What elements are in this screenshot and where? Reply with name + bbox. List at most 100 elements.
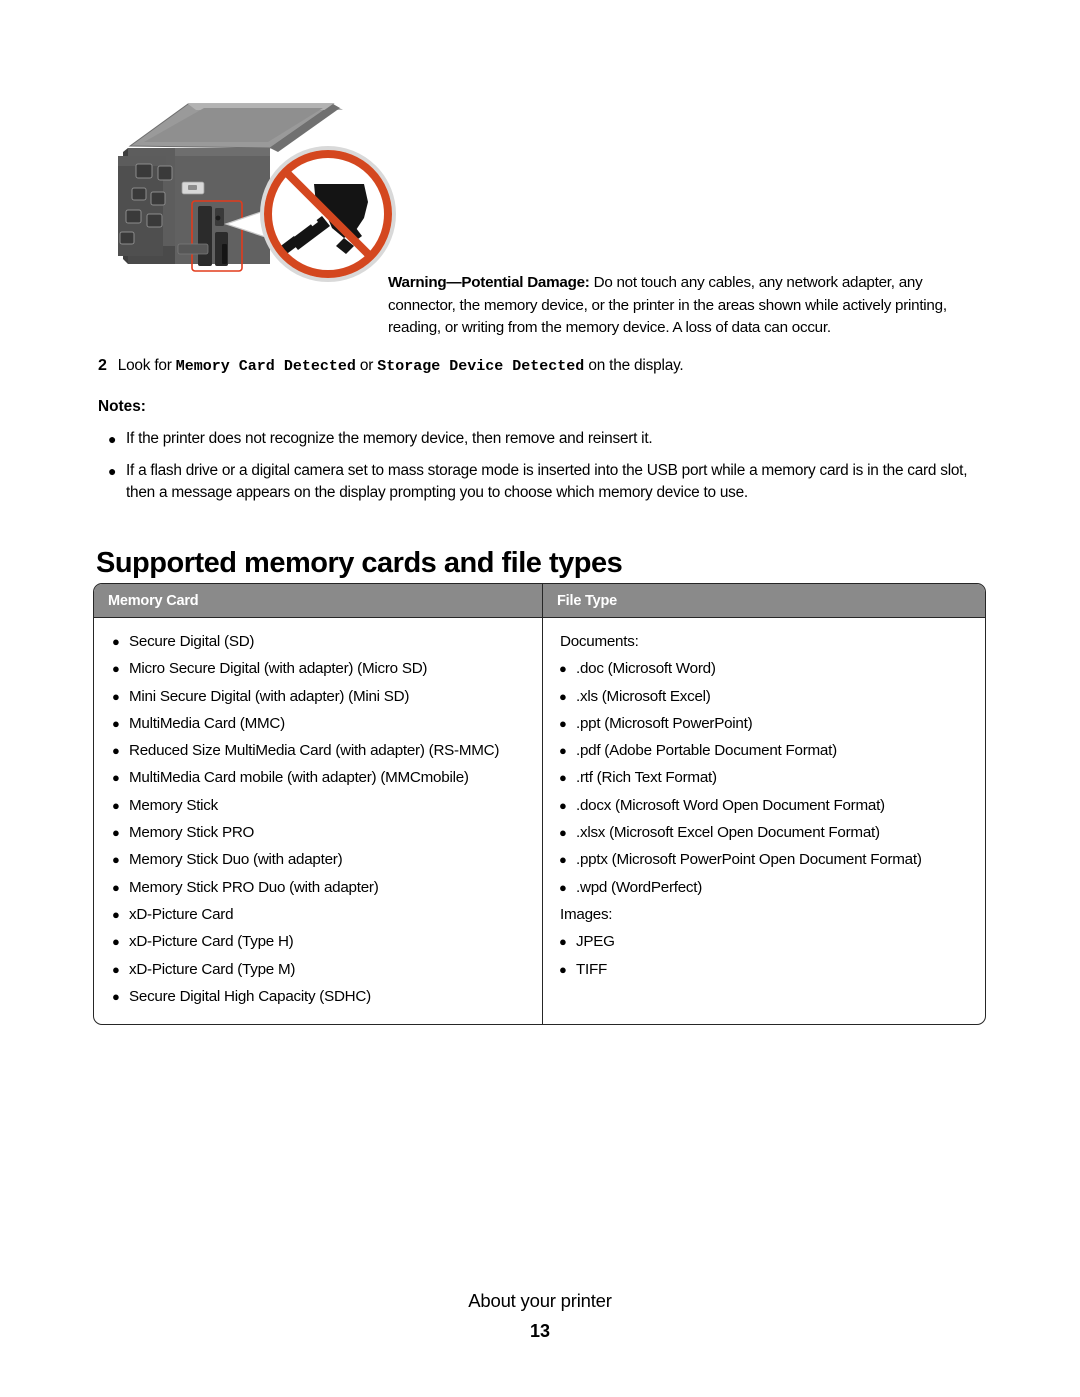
bullet-icon: ●	[112, 797, 120, 813]
bullet-icon: ●	[112, 688, 120, 704]
footer-page-number: 13	[529, 1321, 551, 1341]
list-item: ● .rtf (Rich Text Format)	[543, 764, 975, 791]
table-body-row: ● Secure Digital (SD) ● Micro Secure Digit…	[94, 618, 985, 1025]
list-item: ● TIFF	[543, 956, 975, 983]
list-item: ● Micro Secure Digital (with adapter) (Mi…	[94, 655, 532, 682]
bullet-icon: ●	[112, 906, 120, 922]
bullet-icon: ●	[112, 934, 120, 950]
list-item-label: Memory Stick PRO Duo (with adapter)	[129, 878, 379, 896]
warning-label: Warning—Potential Damage:	[388, 274, 590, 291]
list-item-label: .pptx (Microsoft PowerPoint Open Documen…	[576, 851, 922, 869]
file-type-cell: Documents: ● .doc (Microsoft Word) ● .xls …	[543, 618, 985, 1024]
list-item: ● MultiMedia Card mobile (with adapter) (…	[94, 764, 532, 791]
list-item-label: MultiMedia Card (MMC)	[129, 714, 285, 732]
bullet-icon: ●	[112, 634, 120, 649]
list-item-label: Mini Secure Digital (with adapter) (Mini…	[129, 687, 410, 705]
bullet-icon: ●	[108, 462, 117, 479]
list-item-label: Secure Digital High Capacity (SDHC)	[129, 987, 371, 1005]
list-item: ● xD-Picture Card	[94, 901, 532, 928]
bullet-icon: ●	[559, 961, 567, 977]
memory-card-cell: ● Secure Digital (SD) ● Micro Secure Digit…	[94, 618, 543, 1025]
bullet-icon: ●	[559, 879, 567, 895]
list-item-label: Reduced Size MultiMedia Card (with adapt…	[129, 742, 500, 760]
bullet-icon: ●	[112, 661, 120, 677]
list-item-label: .rtf (Rich Text Format)	[576, 769, 717, 787]
list-item-label: .pdf (Adobe Portable Document Format)	[576, 742, 837, 760]
bullet-icon: ●	[108, 431, 117, 447]
list-item: ● MultiMedia Card (MMC)	[94, 710, 532, 737]
notes-list: ● If the printer does not recognize the m…	[98, 428, 993, 514]
note-text: If a flash drive or a digital camera set…	[126, 461, 968, 502]
step-text-before: Look for	[117, 357, 176, 374]
list-item-label: .doc (Microsoft Word)	[576, 660, 716, 678]
bullet-icon: ●	[559, 661, 567, 677]
step-mono-storage-device-detected: Storage Device Detected	[377, 358, 585, 375]
images-label: Images:	[560, 905, 613, 923]
bullet-icon: ●	[559, 770, 567, 786]
bullet-icon: ●	[559, 825, 567, 841]
list-item: ● Memory Stick PRO Duo (with adapter)	[94, 874, 532, 901]
list-item-label: Memory Stick PRO	[129, 824, 255, 842]
list-item: ● xD-Picture Card (Type H)	[94, 928, 532, 955]
step-text-middle: or	[355, 357, 378, 374]
bullet-icon: ●	[559, 797, 567, 813]
list-item-label: xD-Picture Card (Type H)	[129, 933, 294, 951]
list-item: ● Secure Digital High Capacity (SDHC)	[94, 983, 532, 1010]
list-item: ● .pptx (Microsoft PowerPoint Open Docume…	[543, 846, 975, 873]
memory-card-list: ● Secure Digital (SD) ● Micro Secure Digit…	[94, 628, 532, 1010]
list-item: ● Reduced Size MultiMedia Card (with adap…	[94, 737, 532, 764]
supported-memory-cards-table: Memory Card File Type ● Secure Digital (S…	[93, 583, 986, 1026]
list-item-label: Memory Stick	[129, 796, 218, 814]
documents-label: Documents:	[560, 633, 639, 650]
page-footer: About your printer 13	[0, 1288, 1080, 1344]
list-item-label: xD-Picture Card (Type M)	[129, 960, 296, 978]
list-item-label: Memory Stick Duo (with adapter)	[129, 851, 343, 869]
bullet-icon: ●	[112, 770, 120, 786]
bullet-icon: ●	[112, 743, 120, 759]
step-mono-memory-card-detected: Memory Card Detected	[175, 358, 356, 375]
notes-title: Notes:	[98, 398, 146, 415]
table-header-row: Memory Card File Type	[94, 584, 985, 618]
list-item-label: .wpd (WordPerfect)	[576, 878, 703, 896]
list-item: ● .doc (Microsoft Word)	[543, 655, 975, 682]
bullet-icon: ●	[112, 852, 120, 868]
list-item-label: .docx (Microsoft Word Open Document Form…	[576, 796, 885, 814]
no-touch-prohibition-icon	[260, 146, 396, 282]
list-item: ● .xlsx (Microsoft Excel Open Document Fo…	[543, 819, 975, 846]
list-item: ● .xls (Microsoft Excel)	[543, 683, 975, 710]
list-item-label: xD-Picture Card	[129, 905, 234, 923]
bullet-icon: ●	[112, 879, 120, 895]
bullet-icon: ●	[112, 825, 120, 841]
list-item: ● xD-Picture Card (Type M)	[94, 956, 532, 983]
list-item: ● Memory Stick PRO	[94, 819, 532, 846]
note-item: ● If a flash drive or a digital camera se…	[98, 460, 993, 505]
list-item: ● .docx (Microsoft Word Open Document For…	[543, 792, 975, 819]
bullet-icon: ●	[112, 961, 120, 977]
list-item: ● Memory Stick Duo (with adapter)	[94, 846, 532, 873]
column-header-memory-card: Memory Card	[94, 584, 543, 617]
list-item-label: MultiMedia Card mobile (with adapter) (M…	[129, 769, 469, 787]
list-item: ● Mini Secure Digital (with adapter) (Min…	[94, 683, 532, 710]
warning-potential-damage: Warning—Potential Damage: Do not touch a…	[388, 272, 988, 340]
list-item: ● .pdf (Adobe Portable Document Format)	[543, 737, 975, 764]
list-item-label: .xlsx (Microsoft Excel Open Document For…	[576, 824, 880, 842]
list-item: ● Memory Stick	[94, 792, 532, 819]
documents-list: ● .doc (Microsoft Word) ● .xls (Microsoft …	[543, 655, 975, 901]
list-item-label: .ppt (Microsoft PowerPoint)	[576, 714, 753, 732]
step-text-after: on the display.	[584, 357, 684, 374]
note-item: ● If the printer does not recognize the m…	[98, 428, 993, 451]
footer-chapter-title: About your printer	[468, 1290, 612, 1311]
list-item: ● JPEG	[543, 928, 975, 955]
note-text: If the printer does not recognize the me…	[126, 430, 653, 447]
images-list: ● JPEG ● TIFF	[543, 928, 975, 983]
printer-memory-card-slot-illustration	[118, 96, 408, 286]
step-number: 2	[98, 357, 107, 374]
list-item: ● .wpd (WordPerfect)	[543, 874, 975, 901]
page-title: Supported memory cards and file types	[96, 547, 623, 580]
bullet-icon: ●	[559, 688, 567, 704]
step-2: 2 Look for Memory Card Detected or Storag…	[98, 355, 998, 378]
bullet-icon: ●	[559, 715, 567, 731]
list-item: ● .ppt (Microsoft PowerPoint)	[543, 710, 975, 737]
list-item-label: .xls (Microsoft Excel)	[576, 687, 711, 705]
bullet-icon: ●	[112, 988, 120, 1004]
